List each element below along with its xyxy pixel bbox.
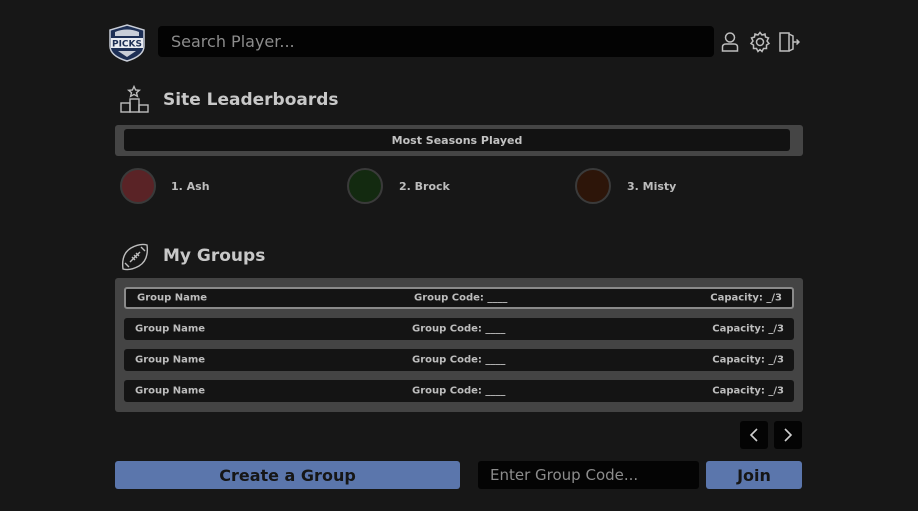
search-input[interactable] bbox=[169, 31, 703, 52]
group-name: Group Name bbox=[135, 354, 206, 366]
group-name: Group Name bbox=[135, 385, 206, 397]
group-code-field[interactable] bbox=[478, 461, 699, 489]
group-row[interactable]: Group Name Group Code: ____ Capacity: _/… bbox=[124, 380, 794, 402]
group-capacity: Capacity: _/3 bbox=[712, 385, 784, 397]
app-logo[interactable]: PICKS bbox=[106, 24, 148, 62]
group-capacity: Capacity: _/3 bbox=[712, 354, 784, 366]
group-code: Group Code: ____ bbox=[414, 292, 508, 304]
group-row[interactable]: Group Name Group Code: ____ Capacity: _/… bbox=[124, 287, 794, 309]
leaderboard-rank-2[interactable]: 2. Brock bbox=[399, 180, 450, 193]
group-name: Group Name bbox=[137, 292, 208, 304]
group-name: Group Name bbox=[135, 323, 206, 335]
exit-door-icon[interactable] bbox=[778, 31, 801, 53]
podium-icon bbox=[120, 84, 150, 117]
leaderboard-category-panel: Most Seasons Played bbox=[115, 125, 803, 156]
previous-page-button[interactable] bbox=[740, 421, 768, 449]
user-icon[interactable] bbox=[720, 31, 740, 53]
gear-icon[interactable] bbox=[749, 31, 771, 53]
leaderboards-title: Site Leaderboards bbox=[163, 90, 339, 110]
group-code: Group Code: ____ bbox=[412, 354, 506, 366]
group-row[interactable]: Group Name Group Code: ____ Capacity: _/… bbox=[124, 349, 794, 371]
group-code: Group Code: ____ bbox=[412, 323, 506, 335]
group-row[interactable]: Group Name Group Code: ____ Capacity: _/… bbox=[124, 318, 794, 340]
leaderboard-category[interactable]: Most Seasons Played bbox=[124, 129, 790, 151]
create-group-button[interactable]: Create a Group bbox=[115, 461, 460, 489]
leaderboard-rank-3[interactable]: 3. Misty bbox=[627, 180, 676, 193]
chevron-left-icon bbox=[749, 428, 758, 442]
join-button[interactable]: Join bbox=[706, 461, 802, 489]
chevron-right-icon bbox=[784, 428, 793, 442]
group-code: Group Code: ____ bbox=[412, 385, 506, 397]
next-page-button[interactable] bbox=[774, 421, 802, 449]
football-icon bbox=[120, 242, 150, 276]
groups-list: Group Name Group Code: ____ Capacity: _/… bbox=[115, 278, 803, 412]
leaderboard-rank-1[interactable]: 1. Ash bbox=[171, 180, 210, 193]
groups-title: My Groups bbox=[163, 246, 266, 266]
avatar[interactable] bbox=[347, 168, 383, 204]
logo-text: PICKS bbox=[112, 40, 142, 50]
search-bar[interactable] bbox=[158, 26, 714, 57]
group-code-input[interactable] bbox=[488, 465, 689, 485]
avatar[interactable] bbox=[575, 168, 611, 204]
group-capacity: Capacity: _/3 bbox=[712, 323, 784, 335]
group-capacity: Capacity: _/3 bbox=[710, 292, 782, 304]
avatar[interactable] bbox=[120, 168, 156, 204]
